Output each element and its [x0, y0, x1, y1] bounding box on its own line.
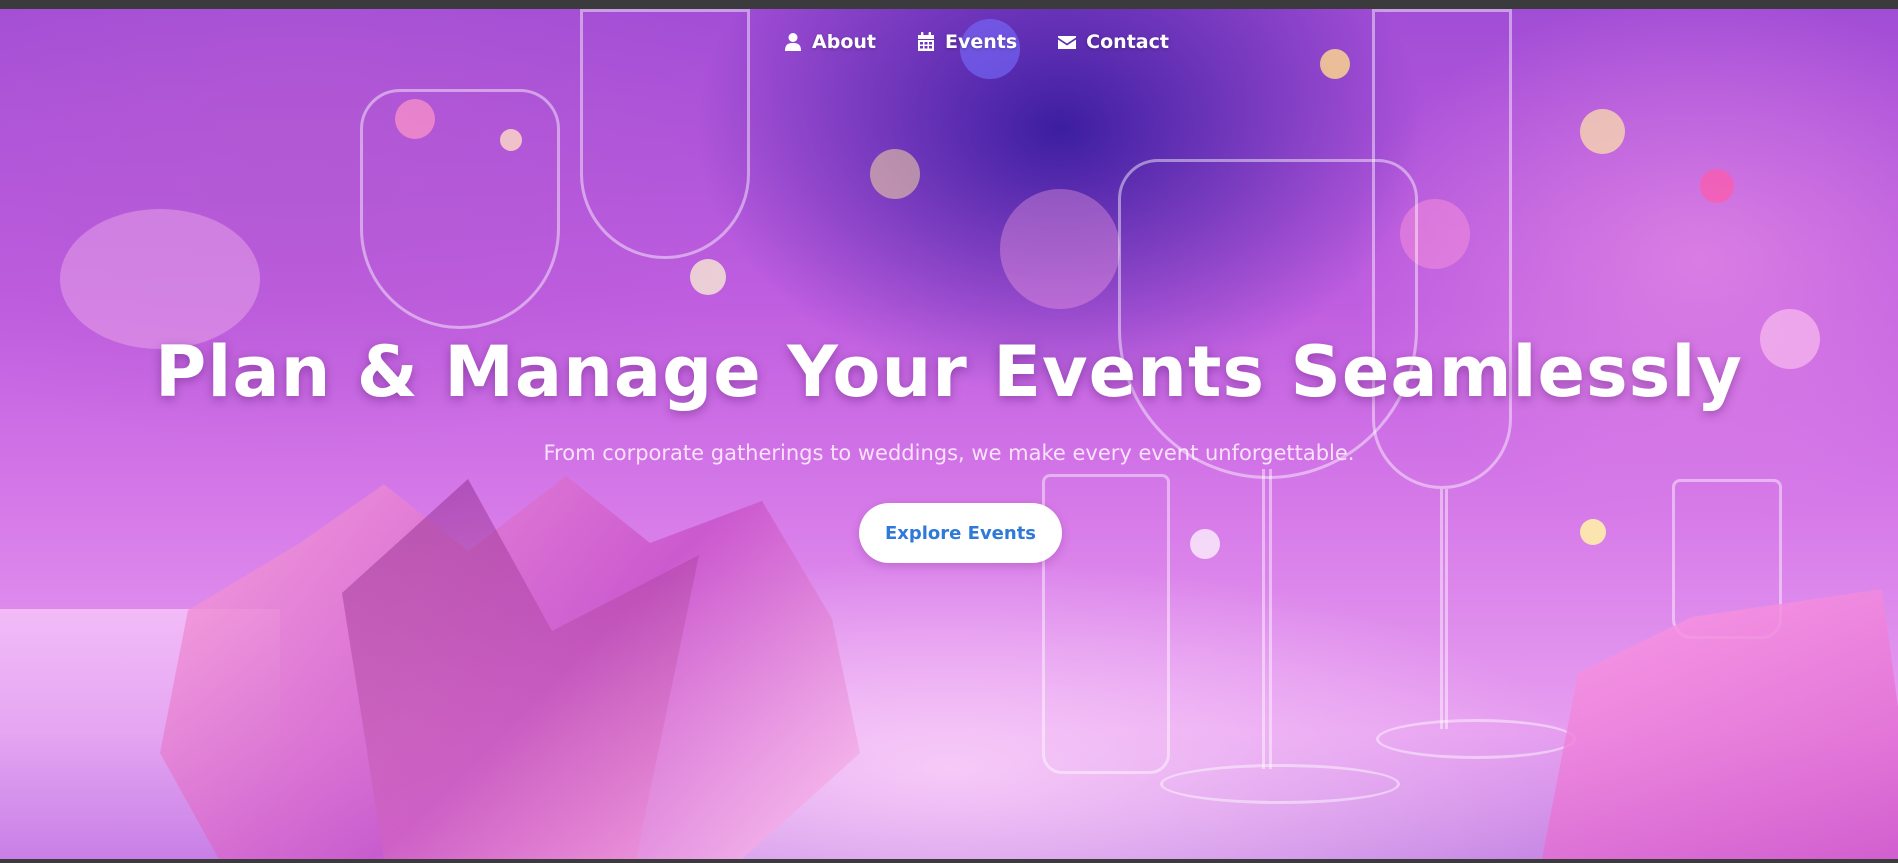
nav-item-contact[interactable]: Contact — [1057, 31, 1169, 53]
calendar-icon — [918, 32, 934, 51]
envelope-icon — [1058, 36, 1077, 49]
nav-item-events[interactable]: Events — [916, 31, 1017, 53]
nav-item-about[interactable]: About — [783, 31, 876, 53]
nav-item-label: Events — [945, 31, 1018, 53]
hero-title: Plan & Manage Your Events Seamlessly — [155, 331, 1743, 413]
hero-section: About Events Contact Plan & Manage Your … — [0, 9, 1898, 859]
window-bottom-edge — [0, 859, 1898, 863]
nav-item-label: About — [812, 31, 876, 53]
main-nav: About Events Contact — [0, 31, 1898, 53]
explore-events-button[interactable]: Explore Events — [859, 503, 1062, 563]
nav-item-label: Contact — [1086, 31, 1169, 53]
window-top-edge — [0, 0, 1898, 9]
user-icon — [785, 33, 802, 51]
hero-subtitle: From corporate gatherings to weddings, w… — [543, 441, 1355, 465]
